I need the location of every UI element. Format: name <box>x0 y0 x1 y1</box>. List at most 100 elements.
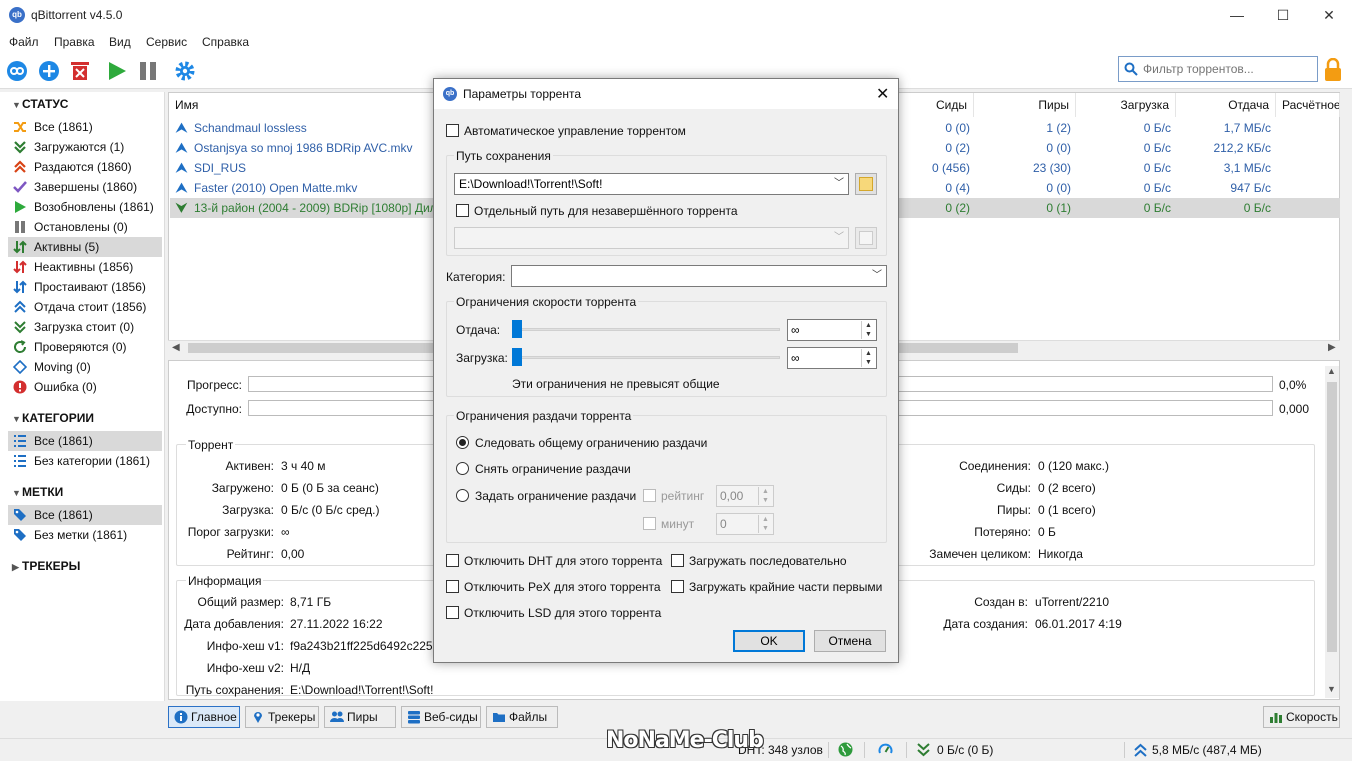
scroll-thumb[interactable] <box>1327 382 1337 652</box>
up-arrows-icon <box>14 160 26 173</box>
scroll-right-icon[interactable]: ▶ <box>1328 342 1336 353</box>
disable-dht-label: Отключить DHT для этого торрента <box>464 554 663 568</box>
tab-peers[interactable]: Пиры <box>324 706 396 728</box>
ratio-spinbox[interactable]: 0,00 ▲ ▼ <box>716 485 774 507</box>
share-none-radio[interactable] <box>456 462 469 475</box>
minimize-button[interactable]: — <box>1214 0 1260 31</box>
download-limit-slider[interactable] <box>512 347 780 367</box>
sidebar-item-completed[interactable]: Завершены (1860) <box>8 177 162 197</box>
column-download[interactable]: Загрузка <box>1076 93 1176 117</box>
disable-dht-checkbox[interactable] <box>446 554 459 567</box>
resume-icon[interactable] <box>106 60 128 82</box>
spin-arrows-icon[interactable]: ▲ ▼ <box>758 487 772 505</box>
auto-management-checkbox[interactable] <box>446 124 459 137</box>
filter-input[interactable] <box>1143 62 1313 76</box>
ratio-checkbox[interactable] <box>643 489 656 502</box>
spin-arrows-icon[interactable]: ▲ ▼ <box>861 321 875 339</box>
column-peers[interactable]: Пиры <box>974 93 1076 117</box>
menu-tools[interactable]: Сервис <box>146 35 187 49</box>
sidebar-item-stalled[interactable]: Простаивают (1856) <box>8 277 162 297</box>
menu-view[interactable]: Вид <box>109 35 131 49</box>
info-icon <box>174 710 188 724</box>
menu-help[interactable]: Справка <box>202 35 249 49</box>
spin-arrows-icon[interactable]: ▲ ▼ <box>758 515 772 533</box>
spin-arrows-icon[interactable]: ▲ ▼ <box>861 349 875 367</box>
upload-limit-spinbox[interactable]: ∞ ▲ ▼ <box>787 319 877 341</box>
sequential-label: Загружать последовательно <box>689 554 847 568</box>
tab-web-seeds[interactable]: Веб-сиды <box>401 706 481 728</box>
sidebar-status-header[interactable]: ▼СТАТУС <box>12 97 68 111</box>
browse-folder-button[interactable] <box>855 173 877 195</box>
cancel-button[interactable]: Отмена <box>814 630 886 652</box>
row-upload: 0 Б/с <box>1243 201 1271 215</box>
column-upload[interactable]: Отдача <box>1176 93 1276 117</box>
slider-thumb[interactable] <box>512 320 522 338</box>
sidebar-item-error[interactable]: Ошибка (0) <box>8 377 162 397</box>
first-last-checkbox[interactable] <box>671 580 684 593</box>
torrent-filter[interactable] <box>1118 56 1318 82</box>
speed-button[interactable]: Скорость <box>1263 706 1340 728</box>
sidebar-category-uncategorized[interactable]: Без категории (1861) <box>8 451 162 471</box>
maximize-button[interactable]: ☐ <box>1260 0 1306 31</box>
menu-file[interactable]: Файл <box>9 35 39 49</box>
sidebar-item-resumed[interactable]: Возобновлены (1861) <box>8 197 162 217</box>
options-gear-icon[interactable] <box>174 60 196 82</box>
disable-lsd-checkbox[interactable] <box>446 606 459 619</box>
sequential-checkbox[interactable] <box>671 554 684 567</box>
sidebar-item-active[interactable]: Активны (5) <box>8 237 162 257</box>
sidebar-item-seeding[interactable]: Раздаются (1860) <box>8 157 162 177</box>
sidebar-item-downloading[interactable]: Загружаются (1) <box>8 137 162 157</box>
sidebar-tags-header[interactable]: ▼МЕТКИ <box>12 485 63 499</box>
tab-trackers[interactable]: Трекеры <box>245 706 319 728</box>
status-divider <box>864 742 865 758</box>
download-limit-spinbox[interactable]: ∞ ▲ ▼ <box>787 347 877 369</box>
tab-files[interactable]: Файлы <box>486 706 558 728</box>
sidebar-item-moving[interactable]: Moving (0) <box>8 357 162 377</box>
add-link-icon[interactable] <box>6 60 28 82</box>
scroll-up-icon[interactable]: ▲ <box>1327 366 1336 376</box>
sidebar-categories-header[interactable]: ▼КАТЕГОРИИ <box>12 411 94 425</box>
sidebar-item-paused[interactable]: Остановлены (0) <box>8 217 162 237</box>
speed-limit-icon[interactable] <box>878 742 893 757</box>
sidebar-category-all[interactable]: Все (1861) <box>8 431 162 451</box>
lock-icon[interactable] <box>1324 58 1342 82</box>
sidebar-tag-untagged[interactable]: Без метки (1861) <box>8 525 162 545</box>
column-eta[interactable]: Расчётное в <box>1276 93 1340 117</box>
scroll-down-icon[interactable]: ▼ <box>1327 684 1336 694</box>
save-path-value: E:\Download!\Torrent!\Soft! <box>290 683 434 697</box>
sidebar-item-stalled-upload[interactable]: Отдача стоит (1856) <box>8 297 162 317</box>
share-global-radio[interactable] <box>456 436 469 449</box>
sidebar-item-inactive[interactable]: Неактивны (1856) <box>8 257 162 277</box>
shuffle-icon <box>14 122 26 132</box>
search-icon <box>1124 62 1138 76</box>
connection-globe-icon[interactable] <box>838 742 853 757</box>
tab-general[interactable]: Главное <box>168 706 240 728</box>
minutes-checkbox[interactable] <box>643 517 656 530</box>
save-path-combo[interactable]: E:\Download!\Torrent!\Soft! ﹀ <box>454 173 849 195</box>
minutes-spinbox[interactable]: 0 ▲ ▼ <box>716 513 774 535</box>
seeds-value: 0 (2 всего) <box>1038 481 1096 495</box>
sidebar-item-checking[interactable]: Проверяются (0) <box>8 337 162 357</box>
ok-button[interactable]: OK <box>733 630 805 652</box>
category-combo[interactable]: ﹀ <box>511 265 887 287</box>
column-seeds[interactable]: Сиды <box>899 93 974 117</box>
share-custom-radio[interactable] <box>456 489 469 502</box>
incomplete-path-checkbox[interactable] <box>456 204 469 217</box>
close-icon[interactable]: ✕ <box>876 84 889 104</box>
upload-limit-slider[interactable] <box>512 319 780 339</box>
pause-icon[interactable] <box>137 60 159 82</box>
sidebar-item-all[interactable]: Все (1861) <box>8 117 162 137</box>
close-window-button[interactable]: ✕ <box>1306 0 1352 31</box>
browse-incomplete-button[interactable] <box>855 227 877 249</box>
incomplete-path-combo[interactable]: ﹀ <box>454 227 849 249</box>
sidebar-trackers-header[interactable]: ▶ ТРЕКЕРЫ <box>12 559 80 573</box>
disable-pex-checkbox[interactable] <box>446 580 459 593</box>
sidebar-item-stalled-download[interactable]: Загрузка стоит (0) <box>8 317 162 337</box>
sidebar-tag-all[interactable]: Все (1861) <box>8 505 162 525</box>
add-torrent-icon[interactable] <box>38 60 60 82</box>
delete-icon[interactable] <box>69 60 91 82</box>
details-vertical-scrollbar[interactable]: ▲ ▼ <box>1325 366 1339 698</box>
slider-thumb[interactable] <box>512 348 522 366</box>
menu-edit[interactable]: Правка <box>54 35 95 49</box>
scroll-left-icon[interactable]: ◀ <box>172 342 180 353</box>
